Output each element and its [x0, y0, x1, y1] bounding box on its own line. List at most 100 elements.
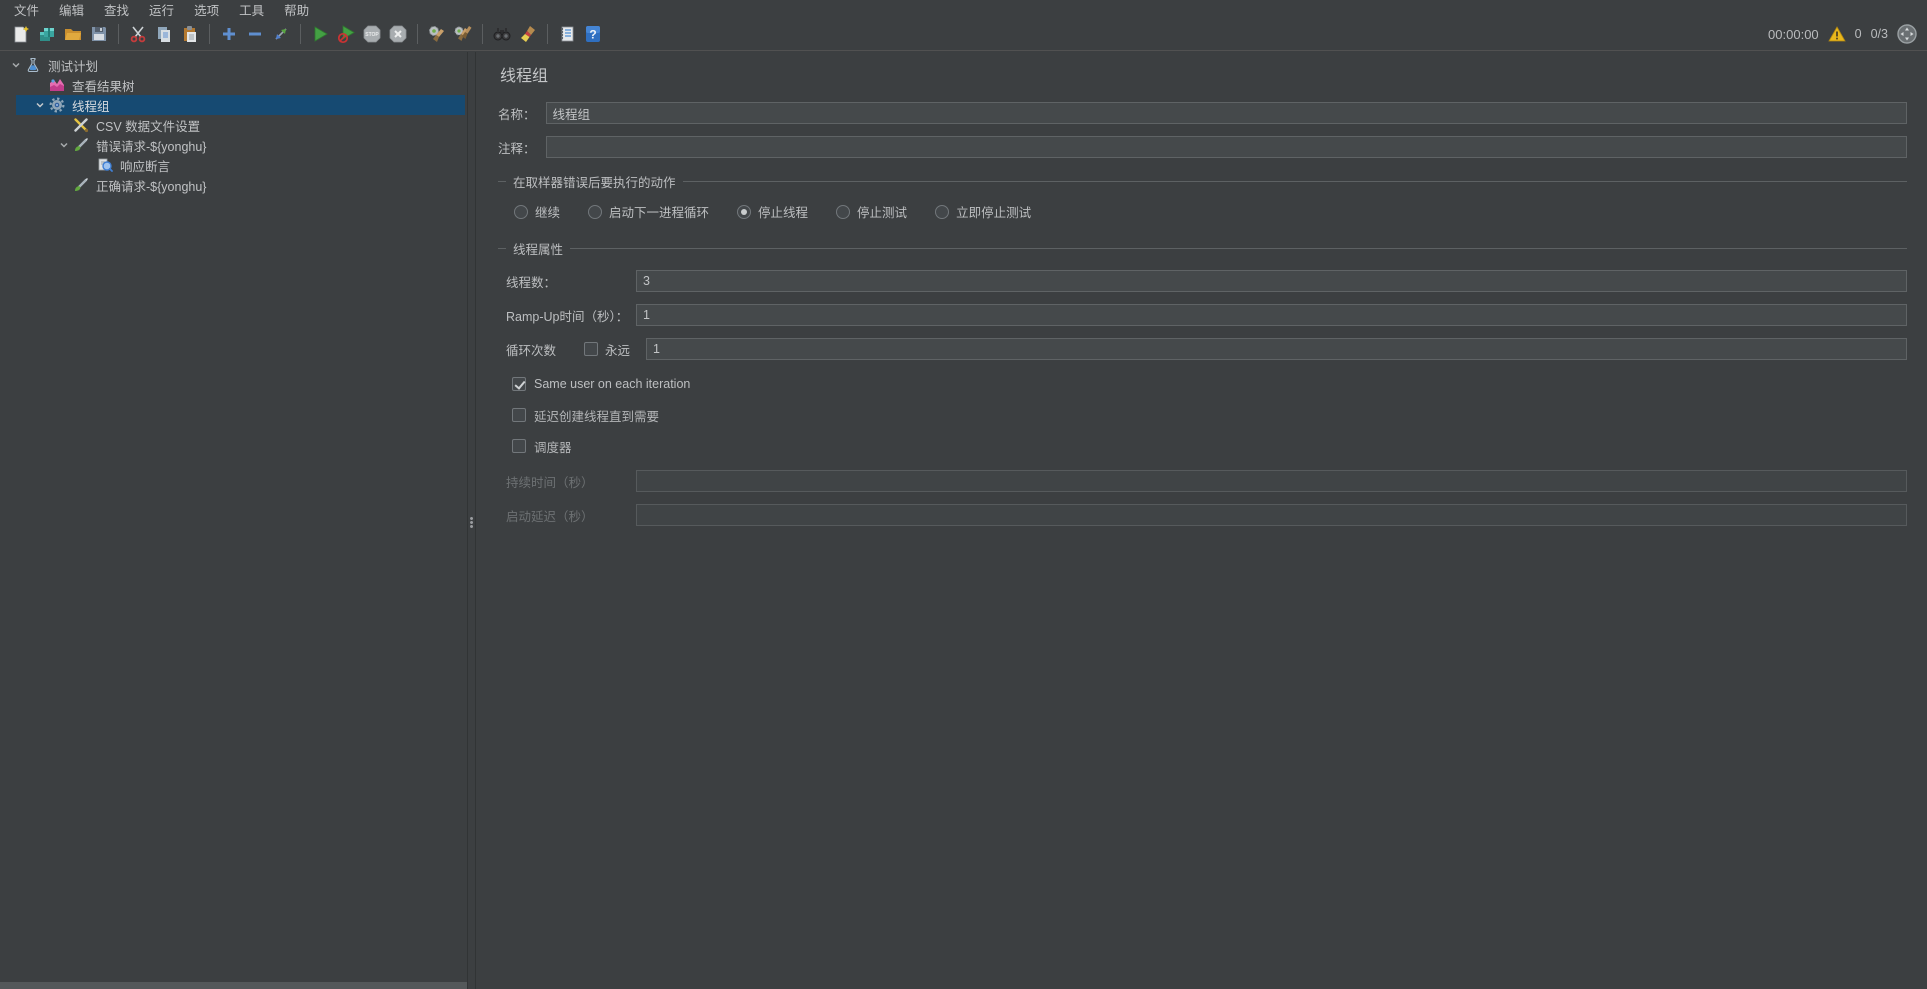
error-action-group: 在取样器错误后要执行的动作 继续 启动下一进程循环 停止线程 停止测试 立即停止…	[498, 172, 1907, 233]
thread-properties-group: 线程属性 线程数： Ramp-Up时间（秒）： 循环次数 永远 Same use…	[498, 239, 1907, 526]
start-icon[interactable]	[307, 21, 333, 47]
toolbar-separator	[417, 24, 418, 44]
stop-icon[interactable]: STOP	[359, 21, 385, 47]
tree-item-label: 响应断言	[120, 156, 176, 175]
save-icon[interactable]	[86, 21, 112, 47]
tree-item-label: 正确请求-${yonghu}	[96, 176, 212, 195]
radio-stop-test-now[interactable]: 立即停止测试	[935, 202, 1031, 221]
svg-text:STOP: STOP	[365, 32, 379, 38]
same-user-checkbox[interactable]	[512, 377, 526, 391]
menu-tools[interactable]: 工具	[229, 0, 274, 20]
toolbar-separator	[209, 24, 210, 44]
radio-icon[interactable]	[588, 205, 602, 219]
tree-item-label: 错误请求-${yonghu}	[96, 136, 212, 155]
results-tree-icon	[48, 76, 66, 94]
scheduler-row[interactable]: 调度器	[512, 438, 1907, 454]
tree-item-label: 查看结果树	[72, 76, 141, 95]
forever-checkbox[interactable]	[584, 342, 598, 356]
tree-item-correct-request[interactable]: 正确请求-${yonghu}	[0, 175, 467, 195]
elapsed-timer: 00:00:00	[1768, 27, 1819, 42]
http-request-icon	[72, 176, 90, 194]
start-no-timers-icon[interactable]	[333, 21, 359, 47]
clear-icon[interactable]	[424, 21, 450, 47]
scheduler-checkbox[interactable]	[512, 439, 526, 453]
menu-file[interactable]: 文件	[4, 0, 49, 20]
menu-bar: 文件 编辑 查找 运行 选项 工具 帮助	[0, 0, 1927, 18]
copy-icon[interactable]	[151, 21, 177, 47]
templates-icon[interactable]	[34, 21, 60, 47]
radio-stop-thread[interactable]: 停止线程	[737, 202, 808, 221]
tree-item-response-assertion[interactable]: 响应断言	[0, 155, 467, 175]
radio-continue[interactable]: 继续	[514, 202, 560, 221]
menu-run[interactable]: 运行	[139, 0, 184, 20]
menu-options[interactable]: 选项	[184, 0, 229, 20]
radio-icon[interactable]	[935, 205, 949, 219]
loop-count-input[interactable]	[646, 338, 1907, 360]
menu-search[interactable]: 查找	[94, 0, 139, 20]
pane-splitter[interactable]: •••	[467, 52, 476, 989]
tree-item-label: CSV 数据文件设置	[96, 116, 206, 135]
radio-label: 停止测试	[857, 202, 907, 221]
tree-horizontal-scrollbar[interactable]	[0, 982, 467, 989]
radio-stop-test[interactable]: 停止测试	[836, 202, 907, 221]
tree-item-label: 线程组	[72, 96, 116, 115]
active-threads-ratio: 0/3	[1871, 27, 1888, 41]
tree-item-thread-group[interactable]: 线程组	[0, 95, 467, 115]
comments-label: 注释：	[498, 138, 536, 157]
menu-help[interactable]: 帮助	[274, 0, 319, 20]
http-request-icon	[72, 136, 90, 154]
radio-label: 启动下一进程循环	[609, 202, 709, 221]
threads-label: 线程数：	[506, 272, 636, 291]
toolbar: STOP ? 00:00:00 0 0/3	[0, 18, 1927, 51]
expand-all-icon[interactable]	[216, 21, 242, 47]
startup-delay-input	[636, 504, 1907, 526]
cut-icon[interactable]	[125, 21, 151, 47]
tree-item-view-results-tree[interactable]: 查看结果树	[0, 75, 467, 95]
rampup-label: Ramp-Up时间（秒）：	[506, 306, 636, 325]
error-action-options: 继续 启动下一进程循环 停止线程 停止测试 立即停止测试	[498, 191, 1907, 233]
splitter-grip-icon[interactable]: •••	[469, 517, 474, 529]
loop-count-label: 循环次数	[506, 340, 584, 359]
scheduler-label: 调度器	[534, 437, 572, 456]
error-action-legend: 在取样器错误后要执行的动作	[498, 172, 1907, 191]
clear-all-icon[interactable]	[450, 21, 476, 47]
delay-thread-creation-checkbox[interactable]	[512, 408, 526, 422]
chevron-down-icon[interactable]	[8, 57, 24, 73]
tree-item-test-plan[interactable]: 测试计划	[0, 55, 467, 75]
radio-icon[interactable]	[836, 205, 850, 219]
toggle-icon[interactable]	[268, 21, 294, 47]
comments-input[interactable]	[546, 136, 1907, 158]
rampup-input[interactable]	[636, 304, 1907, 326]
paste-icon[interactable]	[177, 21, 203, 47]
test-plan-tree: 测试计划 查看结果树 线程组 CSV 数据文件设置 错误请求-${yonghu}	[0, 52, 467, 989]
search-icon[interactable]	[489, 21, 515, 47]
tree-item-error-request[interactable]: 错误请求-${yonghu}	[0, 135, 467, 155]
name-label: 名称：	[498, 104, 536, 123]
open-file-icon[interactable]	[60, 21, 86, 47]
help-icon[interactable]: ?	[580, 21, 606, 47]
menu-edit[interactable]: 编辑	[49, 0, 94, 20]
threads-input[interactable]	[636, 270, 1907, 292]
delay-thread-creation-row[interactable]: 延迟创建线程直到需要	[512, 407, 1907, 423]
csv-config-icon	[72, 116, 90, 134]
new-file-icon[interactable]	[8, 21, 34, 47]
warning-icon[interactable]	[1828, 26, 1846, 42]
chevron-down-icon[interactable]	[32, 97, 48, 113]
radio-icon-selected[interactable]	[737, 205, 751, 219]
clear-search-icon[interactable]	[515, 21, 541, 47]
function-helper-icon[interactable]	[554, 21, 580, 47]
same-user-row[interactable]: Same user on each iteration	[512, 376, 1907, 392]
radio-start-next-loop[interactable]: 启动下一进程循环	[588, 202, 709, 221]
status-area: 00:00:00 0 0/3	[1768, 24, 1919, 44]
toolbar-separator	[118, 24, 119, 44]
collapse-all-icon[interactable]	[242, 21, 268, 47]
tree-item-csv-data-set[interactable]: CSV 数据文件设置	[0, 115, 467, 135]
radio-label: 立即停止测试	[956, 202, 1031, 221]
chevron-down-icon[interactable]	[56, 137, 72, 153]
radio-label: 继续	[535, 202, 560, 221]
radio-icon[interactable]	[514, 205, 528, 219]
svg-text:?: ?	[589, 28, 596, 42]
duration-label: 持续时间（秒）	[506, 472, 636, 491]
name-input[interactable]	[546, 102, 1907, 124]
shutdown-icon[interactable]	[385, 21, 411, 47]
